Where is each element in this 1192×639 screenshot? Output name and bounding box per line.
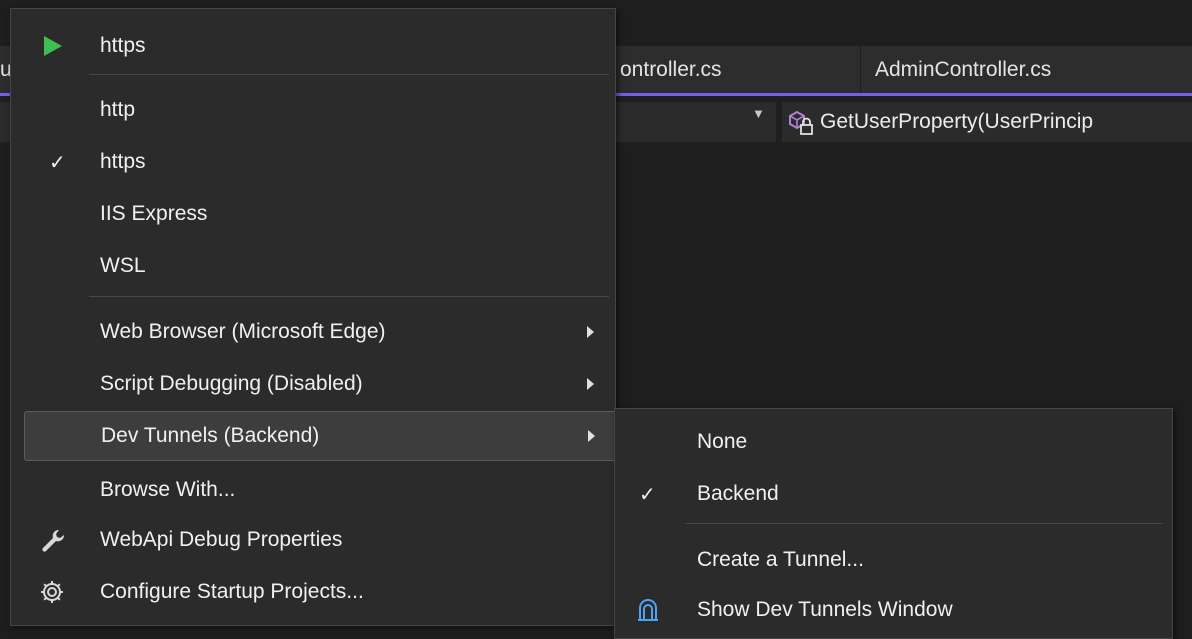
- submenu-item-show-dev-tunnels-window[interactable]: Show Dev Tunnels Window: [615, 585, 1172, 635]
- dev-tunnels-icon: [638, 599, 658, 621]
- menu-separator: [685, 523, 1163, 524]
- member-dropdown-text: GetUserProperty(UserPrincip: [820, 110, 1094, 133]
- submenu-item-backend[interactable]: ✓ Backend: [615, 469, 1172, 519]
- menu-separator: [89, 74, 609, 75]
- play-icon: [44, 36, 62, 56]
- menu-item-debug-properties[interactable]: WebApi Debug Properties: [21, 515, 611, 565]
- menu-item-label: WSL: [100, 254, 146, 277]
- menu-item-profile-wsl[interactable]: WSL: [21, 241, 611, 291]
- menu-item-label: Configure Startup Projects...: [100, 580, 364, 603]
- document-tab-label: ontroller.cs: [620, 57, 722, 81]
- run-profile-menu: https http ✓ https IIS Express WSL Web B…: [10, 8, 621, 626]
- submenu-arrow-icon: [587, 378, 594, 390]
- menu-item-label: Browse With...: [100, 478, 236, 501]
- submenu-arrow-icon: [588, 430, 595, 442]
- menu-item-browse-with[interactable]: Browse With...: [21, 465, 611, 515]
- chevron-down-icon[interactable]: ▼: [752, 106, 765, 121]
- submenu-arrow-icon: [587, 326, 594, 338]
- submenu-item-none[interactable]: None: [615, 417, 1172, 467]
- menu-item-label: IIS Express: [100, 202, 208, 225]
- menu-item-configure-startup[interactable]: Configure Startup Projects...: [21, 567, 611, 617]
- menu-item-script-debugging[interactable]: Script Debugging (Disabled): [21, 359, 611, 409]
- dev-tunnels-submenu: None ✓ Backend Create a Tunnel... Show D…: [614, 408, 1173, 639]
- menu-item-run-https[interactable]: https: [21, 21, 611, 71]
- menu-item-profile-http[interactable]: http: [21, 85, 611, 135]
- menu-item-label: Dev Tunnels (Backend): [101, 424, 320, 447]
- menu-separator: [89, 296, 609, 297]
- title-strip: [0, 0, 1192, 8]
- menu-item-label: http: [100, 98, 136, 121]
- document-tab-label: AdminController.cs: [875, 57, 1052, 81]
- menu-item-label: Web Browser (Microsoft Edge): [100, 320, 386, 343]
- menu-item-label: Show Dev Tunnels Window: [697, 598, 953, 621]
- menu-item-profile-https[interactable]: ✓ https: [21, 137, 611, 187]
- wrench-icon: [42, 529, 65, 552]
- checkmark-icon: ✓: [639, 483, 656, 506]
- submenu-item-create-tunnel[interactable]: Create a Tunnel...: [615, 535, 1172, 585]
- document-tab-admin-controller[interactable]: AdminController.cs: [860, 46, 1192, 93]
- method-lock-icon: [789, 110, 813, 135]
- menu-item-profile-iis-express[interactable]: IIS Express: [21, 189, 611, 239]
- menu-item-label: Create a Tunnel...: [697, 548, 864, 571]
- member-dropdown[interactable]: GetUserProperty(UserPrincip: [782, 102, 1192, 142]
- menu-item-label: https: [100, 34, 146, 57]
- menu-item-label: None: [697, 430, 748, 453]
- checkmark-icon: ✓: [49, 151, 66, 174]
- menu-item-label: Backend: [697, 482, 779, 505]
- menu-item-label: Script Debugging (Disabled): [100, 372, 363, 395]
- gear-icon: [41, 581, 63, 603]
- menu-item-dev-tunnels[interactable]: Dev Tunnels (Backend): [24, 411, 621, 461]
- menu-item-label: WebApi Debug Properties: [100, 528, 343, 551]
- menu-item-web-browser[interactable]: Web Browser (Microsoft Edge): [21, 307, 611, 357]
- menu-item-label: https: [100, 150, 146, 173]
